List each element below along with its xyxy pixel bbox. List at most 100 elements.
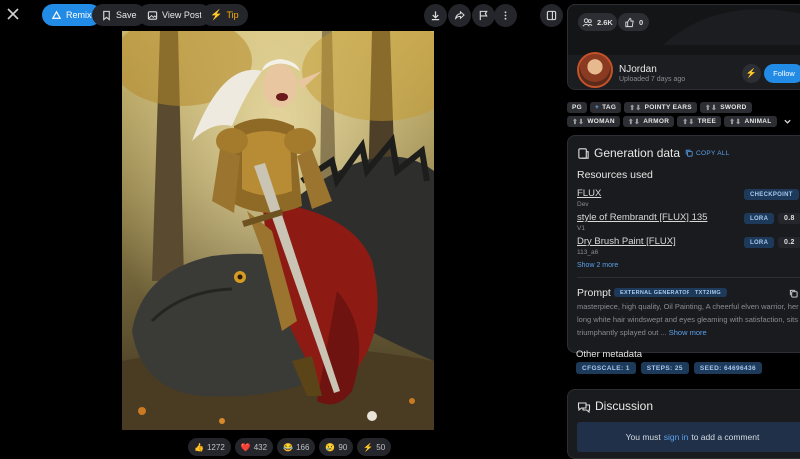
discussion-card: Discussion You must sign in to add a com… [567,389,800,459]
resource-type-label: LORA [750,239,769,246]
divider [577,277,800,278]
discussion-title: Discussion [595,399,654,413]
info-icon [578,148,589,159]
chevron-down-icon[interactable] [783,117,792,126]
tag-list: PG + TAG ⬆⬇ POINTY EARS ⬆⬇ SWORD ⬆⬇ WOMAN ⬆⬇ AR… [567,102,800,127]
metadata-badge: STEPS: 25 [640,362,689,374]
close-button[interactable] [5,6,21,22]
sign-in-link[interactable]: sign in [664,432,689,442]
generation-title: Generation data [594,146,681,160]
metadata-badge: CFGSCALE: 1 [576,362,636,374]
resource-link[interactable]: Dry Brush Paint [FLUX] [577,236,676,247]
reaction-count: 90 [338,442,348,452]
tag-chip[interactable]: ⬆⬇ ANIMAL [724,116,777,127]
tag-label: TREE [697,118,717,125]
reaction-button[interactable]: ❤️ 432 [234,438,274,456]
more-options-button[interactable] [494,4,517,27]
resource-type-label: CHECKPOINT [750,191,793,198]
vote-arrows-icon[interactable]: ⬆⬇ [705,104,717,112]
download-button[interactable] [424,4,447,27]
external-generator-label: EXTERNAL GENERATOR [620,289,692,296]
dots-vertical-icon [504,11,507,20]
follow-button[interactable]: Follow [764,64,800,83]
rating-label: PG [572,104,582,111]
show-more-resources-link[interactable]: Show 2 more [577,262,618,269]
tag-chip[interactable]: ⬆⬇ SWORD [699,102,752,113]
copy-icon [685,149,693,157]
copy-prompt-icon[interactable] [789,289,798,298]
users-icon [582,17,593,26]
resource-version: 113_a6 [577,249,599,256]
share-icon [454,10,465,20]
prompt-title: Prompt [577,287,611,299]
tag-chip[interactable]: ⬆⬇ ARMOR [622,116,675,127]
vote-arrows-icon[interactable]: ⬆⬇ [682,118,694,126]
metadata-badge: SEED: 64696436 [693,362,763,374]
metadata-list: CFGSCALE: 1 STEPS: 25 SEED: 64696436 [576,362,767,374]
tip-creator-button[interactable]: ⚡ [742,64,761,83]
reaction-button[interactable]: 😢 90 [319,438,354,456]
username[interactable]: NJordan [619,64,657,75]
tag-label: SWORD [720,104,747,111]
user-card: 2.6K 0 NJordan Uploaded 7 days ago ⚡ Fol… [567,4,800,90]
bookmark-icon [103,10,110,21]
like-button[interactable]: 0 [618,13,650,31]
main-image [122,31,434,430]
image-icon [147,10,158,20]
tag-label: WOMAN [587,118,615,125]
sidebar-icon [546,10,557,21]
metadata-label: STEPS: 25 [646,364,683,372]
collected-button[interactable]: 2.6K [578,13,617,31]
vote-arrows-icon[interactable]: ⬆⬇ [729,118,741,126]
reaction-count: 432 [253,442,268,452]
view-post-button[interactable]: View Post [138,4,211,26]
report-button[interactable] [472,4,495,27]
vote-arrows-icon[interactable]: ⬆⬇ [629,104,641,112]
resource-version: V1 [577,225,585,232]
resource-link[interactable]: style of Rembrandt [FLUX] 135 [577,212,707,223]
tag-label: ARMOR [643,118,670,125]
collected-count: 2.6K [597,17,613,27]
rating-tag[interactable]: PG [567,102,587,113]
add-tag-button[interactable]: + TAG [590,102,622,113]
tip-button[interactable]: ⚡ Tip [201,4,248,26]
resources-title: Resources used [577,169,653,181]
remix-label: Remix [66,10,92,20]
txt2img-badge: TXT2IMG [689,288,727,297]
avatar[interactable] [577,52,613,88]
tag-label: POINTY EARS [644,104,692,111]
vote-arrows-icon[interactable]: ⬆⬇ [572,118,584,126]
tag-chip[interactable]: ⬆⬇ TREE [677,116,722,127]
reaction-button[interactable]: ⚡ 50 [357,438,392,456]
resource-weight: 0.8 [778,213,800,224]
share-button[interactable] [448,4,471,27]
copy-all-label: COPY ALL [696,149,730,157]
tag-chip[interactable]: ⬆⬇ POINTY EARS [624,102,697,113]
reaction-emoji: 😢 [325,442,336,452]
notice-suffix: to add a comment [691,432,760,442]
reaction-emoji: 👍 [194,442,204,452]
reaction-count: 50 [376,442,386,452]
follow-label: Follow [773,69,795,78]
remix-icon [51,10,62,19]
like-count: 0 [639,17,644,27]
metadata-label: CFGSCALE: 1 [582,364,630,372]
metadata-label: SEED: 64696436 [699,364,757,372]
txt2img-label: TXT2IMG [695,289,721,296]
tag-chip[interactable]: ⬆⬇ WOMAN [567,116,620,127]
reaction-button[interactable]: 👍 1272 [188,438,231,456]
other-metadata-title: Other metadata [576,349,643,360]
resource-weight: 0.2 [778,237,800,248]
add-tag-label: TAG [602,104,617,111]
vote-arrows-icon[interactable]: ⬆⬇ [628,118,640,126]
generation-data-card: Generation data COPY ALL Resources used … [567,135,800,353]
toggle-sidebar-button[interactable] [540,4,563,27]
resource-link[interactable]: FLUX [577,188,601,199]
reaction-count: 166 [296,442,310,452]
reaction-button[interactable]: 😂 166 [277,438,316,456]
copy-all-button[interactable]: COPY ALL [685,149,730,157]
resource-type-badge: CHECKPOINT [744,189,799,200]
flag-icon [479,10,488,21]
upload-time: Uploaded 7 days ago [619,76,686,83]
prompt-show-more-link[interactable]: Show more [669,328,707,337]
